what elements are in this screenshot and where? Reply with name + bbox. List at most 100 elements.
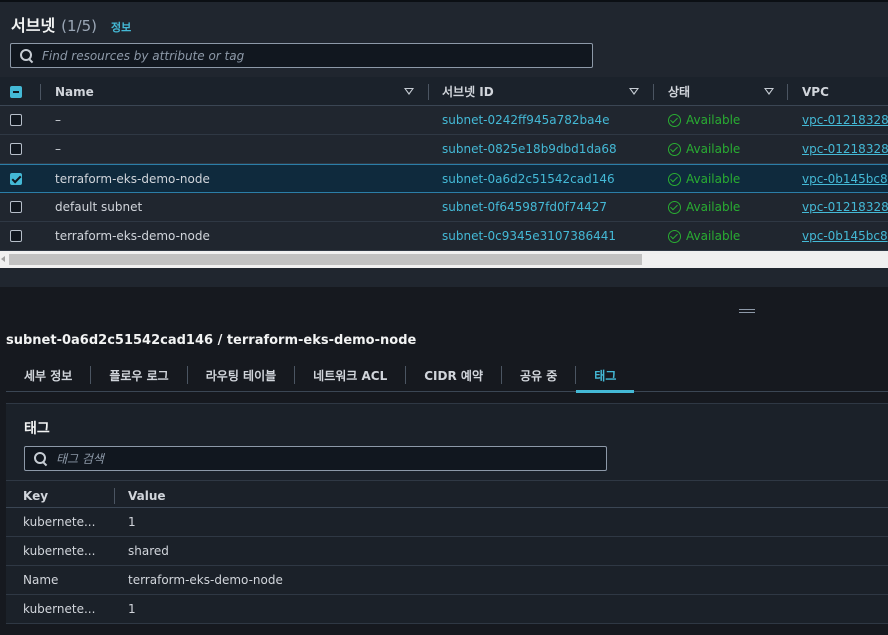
table-row: kubernete... shared <box>6 537 888 566</box>
bottom-edge <box>0 624 888 635</box>
tag-search-box[interactable] <box>24 446 607 471</box>
subnets-panel: 서브넷 (1/5) 정보 Name 서브넷 ID 상태 <box>0 0 888 287</box>
select-all-checkbox[interactable] <box>10 85 22 98</box>
row-checkbox-cell[interactable] <box>10 106 22 134</box>
subnet-id-link[interactable]: subnet-0c9345e3107386441 <box>442 222 616 250</box>
subnet-id-link[interactable]: subnet-0825e18b9dbd1da68 <box>442 135 617 163</box>
subnet-name: default subnet <box>55 200 143 214</box>
status-cell: Available <box>668 165 740 193</box>
row-checkbox[interactable] <box>10 230 22 242</box>
vpc-link[interactable]: vpc-01218328 <box>802 106 888 134</box>
subnet-id-link[interactable]: subnet-0a6d2c51542cad146 <box>442 165 615 193</box>
column-header-key[interactable]: Key <box>23 481 48 510</box>
search-icon <box>34 451 48 466</box>
vpc-link[interactable]: vpc-0b145bc8 <box>802 222 888 250</box>
tag-value: 1 <box>128 602 136 616</box>
tab-tags[interactable]: 태그 <box>576 358 635 393</box>
vpc-link[interactable]: vpc-0b145bc8 <box>802 165 888 193</box>
column-header-name[interactable]: Name <box>55 77 415 106</box>
row-checkbox[interactable] <box>10 143 22 155</box>
check-circle-icon <box>668 229 681 243</box>
tab-sharing[interactable]: 공유 중 <box>502 358 575 392</box>
row-checkbox-cell[interactable] <box>10 193 22 221</box>
selection-count: (1/5) <box>61 17 98 35</box>
row-checkbox-cell[interactable] <box>10 165 22 193</box>
table-row-selected[interactable]: terraform-eks-demo-node subnet-0a6d2c515… <box>0 164 888 193</box>
vpc-link[interactable]: vpc-01218328 <box>802 135 888 163</box>
vpc-link[interactable]: vpc-01218328 <box>802 193 888 221</box>
status-text: Available <box>686 172 741 186</box>
table-row[interactable]: default subnet subnet-0f645987fd0f74427 … <box>0 193 888 222</box>
column-header-vpc[interactable]: VPC <box>802 77 829 106</box>
column-header-label: Name <box>55 84 94 99</box>
tab-route-table[interactable]: 라우팅 테이블 <box>188 358 294 392</box>
sort-icon[interactable] <box>404 88 414 95</box>
column-divider[interactable] <box>114 488 115 504</box>
tag-key: kubernete... <box>23 515 96 529</box>
tab-cidr-reservations[interactable]: CIDR 예약 <box>406 358 501 392</box>
row-checkbox[interactable] <box>10 201 22 213</box>
tag-search-input[interactable] <box>56 451 556 466</box>
status-text: Available <box>686 142 741 156</box>
column-header-status[interactable]: 상태 <box>668 77 778 106</box>
select-all-checkbox-cell[interactable] <box>10 77 22 106</box>
tags-heading: 태그 <box>24 421 50 437</box>
search-icon <box>20 48 34 63</box>
subnet-name: terraform-eks-demo-node <box>55 229 210 243</box>
horizontal-scrollbar[interactable] <box>0 251 888 268</box>
subnet-id-link[interactable]: subnet-0242ff945a782ba4e <box>442 106 609 134</box>
table-row[interactable]: – subnet-0242ff945a782ba4e Available vpc… <box>0 106 888 135</box>
column-divider[interactable] <box>40 84 41 100</box>
column-header-value[interactable]: Value <box>128 481 166 510</box>
table-row[interactable]: terraform-eks-demo-node subnet-0c9345e31… <box>0 222 888 251</box>
column-header-label: 상태 <box>668 85 691 99</box>
info-link[interactable]: 정보 <box>111 19 131 35</box>
resource-search-input[interactable] <box>42 48 542 63</box>
tab-details[interactable]: 세부 정보 <box>6 358 90 392</box>
status-cell: Available <box>668 193 740 221</box>
subnets-table: Name 서브넷 ID 상태 VPC – subnet-0242ff945a78… <box>0 77 888 251</box>
sort-icon[interactable] <box>629 88 639 95</box>
detail-title: subnet-0a6d2c51542cad146 / terraform-eks… <box>6 333 417 348</box>
tags-panel: 태그 Key Value kubernete... 1 kubernete...… <box>6 403 888 624</box>
scrollbar-thumb[interactable] <box>9 254 642 265</box>
tag-value: 1 <box>128 515 136 529</box>
column-divider[interactable] <box>787 84 788 100</box>
row-checkbox-cell[interactable] <box>10 135 22 163</box>
check-circle-icon <box>668 200 681 214</box>
column-header-subnet-id[interactable]: 서브넷 ID <box>442 77 642 106</box>
column-divider[interactable] <box>428 84 429 100</box>
tag-value: terraform-eks-demo-node <box>128 573 283 587</box>
table-row[interactable]: – subnet-0825e18b9dbd1da68 Available vpc… <box>0 135 888 164</box>
tag-value: shared <box>128 544 169 558</box>
status-text: Available <box>686 229 741 243</box>
tab-flow-logs[interactable]: 플로우 로그 <box>91 358 186 392</box>
subnet-id-link[interactable]: subnet-0f645987fd0f74427 <box>442 193 607 221</box>
tag-key: kubernete... <box>23 602 96 616</box>
tags-table: Key Value kubernete... 1 kubernete... sh… <box>6 480 888 624</box>
subnets-header: 서브넷 (1/5) 정보 <box>11 12 131 36</box>
row-checkbox[interactable] <box>10 114 22 126</box>
scroll-left-arrow-icon[interactable] <box>1 256 5 262</box>
subnet-name: terraform-eks-demo-node <box>55 172 210 186</box>
subnet-name: – <box>55 142 61 156</box>
resource-search-box[interactable] <box>10 43 593 68</box>
column-header-label: 서브넷 ID <box>442 85 494 99</box>
detail-tabs: 세부 정보 플로우 로그 라우팅 테이블 네트워크 ACL CIDR 예약 공유… <box>6 358 888 393</box>
sort-icon[interactable] <box>764 88 774 95</box>
row-checkbox-cell[interactable] <box>10 222 22 250</box>
subnets-table-header: Name 서브넷 ID 상태 VPC <box>0 77 888 106</box>
tag-key: Name <box>23 573 59 587</box>
panel-resize-splitter[interactable] <box>0 291 888 321</box>
tab-network-acl[interactable]: 네트워크 ACL <box>295 358 405 392</box>
status-text: Available <box>686 113 741 127</box>
check-circle-icon <box>668 113 681 127</box>
drag-handle-icon[interactable] <box>739 309 755 313</box>
page-title: 서브넷 <box>11 16 56 35</box>
tag-key: kubernete... <box>23 544 96 558</box>
table-row: kubernete... 1 <box>6 508 888 537</box>
row-checkbox-checked[interactable] <box>10 173 22 185</box>
column-divider[interactable] <box>653 84 654 100</box>
check-circle-icon <box>668 142 681 156</box>
status-cell: Available <box>668 106 740 134</box>
